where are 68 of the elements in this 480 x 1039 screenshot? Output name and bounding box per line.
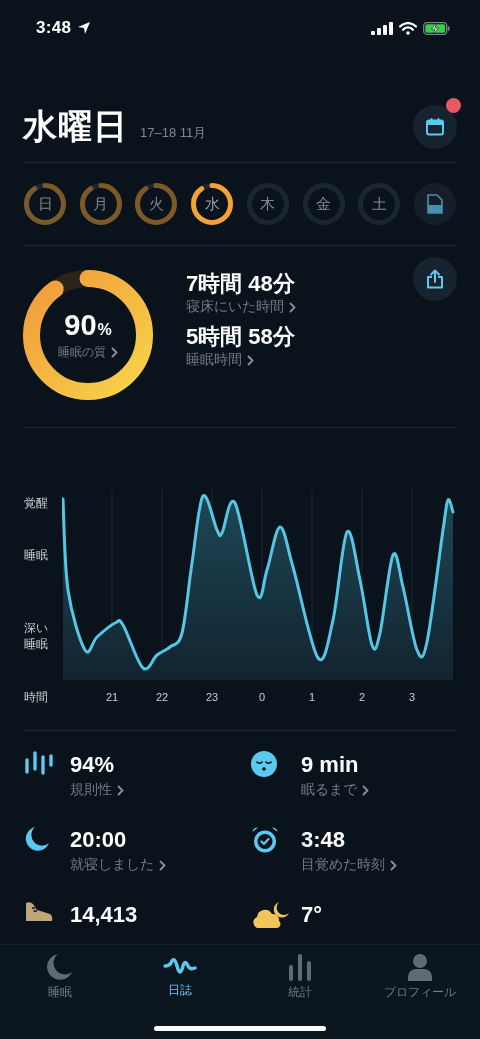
calendar-icon (425, 117, 445, 137)
duration-value: 7時間 48分 (186, 270, 295, 298)
shoe-icon (24, 901, 54, 923)
axis-label: 時間 (24, 688, 48, 706)
day-button[interactable]: 水 (191, 183, 234, 225)
day-button[interactable]: 木 (246, 183, 289, 225)
stat-value: 3:48 (301, 826, 346, 853)
tick-label: 3 (408, 691, 416, 703)
stat-value: 94% (70, 751, 115, 778)
tab[interactable]: 日誌 (120, 953, 240, 1011)
chevron-icon (390, 859, 397, 871)
axis-label: 覚醒 (24, 495, 49, 511)
report-button[interactable] (413, 183, 456, 225)
day-button[interactable]: 月 (79, 183, 122, 225)
tab[interactable]: 睡眠 (0, 953, 120, 1011)
sleepy-face-icon (251, 751, 277, 777)
tick-label: 2 (358, 691, 366, 703)
tab[interactable]: 統計 (240, 953, 360, 1011)
stat-link[interactable]: 眠るまで (301, 781, 369, 799)
tick-label: 22 (155, 691, 169, 703)
person-icon (407, 953, 433, 981)
stat-link[interactable]: 規則性 (70, 781, 124, 799)
stat-value: 9 min (301, 751, 359, 778)
wifi-icon (399, 21, 417, 35)
document-icon (426, 194, 443, 214)
stat-link[interactable]: 就寝しました (70, 856, 166, 874)
day-button[interactable]: 火 (135, 183, 178, 225)
chevron-icon (159, 859, 166, 871)
stat-value: 7° (301, 901, 323, 928)
axis-label: 睡眠 (24, 547, 49, 563)
tick-label: 21 (105, 691, 119, 703)
status-time: 3:48 (36, 18, 72, 38)
day-button[interactable]: 土 (358, 183, 401, 225)
calendar-button[interactable] (413, 105, 457, 149)
chevron-icon (117, 784, 124, 796)
chevron-icon (289, 301, 296, 313)
moon-icon (47, 953, 73, 981)
tick-label: 23 (205, 691, 219, 703)
metric-link[interactable]: 寝床にいた時間 (186, 298, 296, 316)
stat-value: 14,413 (70, 901, 138, 928)
percent-sign: % (97, 321, 112, 339)
duration-value: 5時間 58分 (186, 323, 295, 351)
bar-chart-icon (288, 953, 312, 981)
tab[interactable]: プロフィール (360, 953, 480, 1011)
chevron-icon (362, 784, 369, 796)
cloud-moon-icon (251, 901, 291, 929)
share-icon (426, 269, 444, 289)
chevron-icon (111, 347, 118, 358)
bars-icon (24, 751, 54, 775)
day-button[interactable]: 日 (24, 183, 66, 225)
date-range: 17–18 11月 (140, 124, 207, 142)
quality-link[interactable]: 睡眠の質 (58, 344, 118, 361)
signal-icon (371, 21, 393, 35)
stat-link[interactable]: 目覚めた時刻 (301, 856, 397, 874)
chevron-icon (247, 354, 254, 366)
moon-icon (24, 826, 50, 852)
location-arrow-icon (77, 21, 92, 35)
tick-label: 0 (258, 691, 266, 703)
share-button[interactable] (413, 257, 457, 301)
day-title: 水曜日 (23, 106, 128, 147)
quality-value: 90 (64, 309, 97, 342)
alarm-clock-icon (251, 826, 279, 854)
tick-label: 1 (308, 691, 316, 703)
stat-value: 20:00 (70, 826, 127, 853)
metric-link[interactable]: 睡眠時間 (186, 351, 254, 369)
day-button[interactable]: 金 (302, 183, 345, 225)
axis-label: 深い睡眠 (24, 620, 49, 652)
battery-charging-icon (423, 21, 450, 35)
